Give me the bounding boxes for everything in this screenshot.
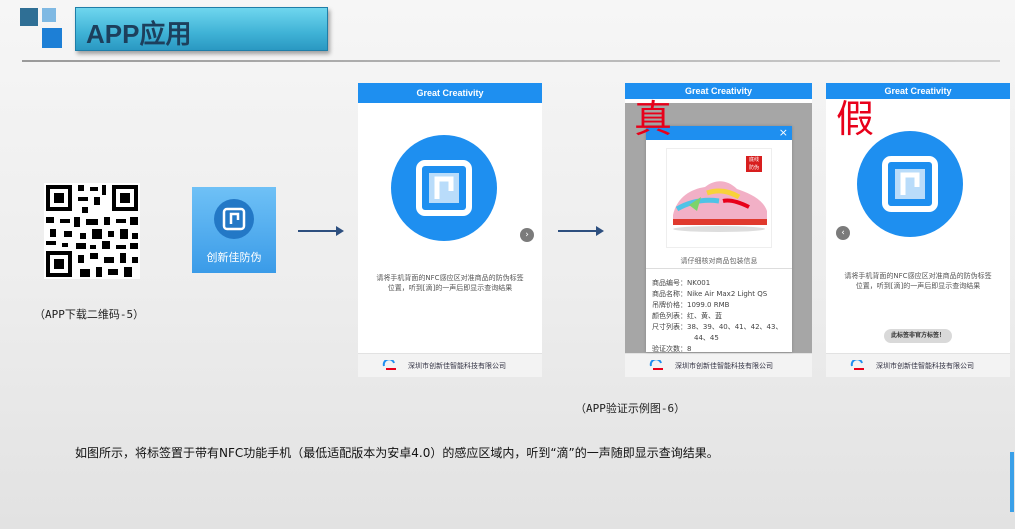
- scan-instruction: 请将手机背面的NFC感应区对准商品的防伪标签 位置，听到[滴]的一声后即显示查询…: [834, 271, 1002, 291]
- info-key: 尺寸列表：: [652, 323, 687, 331]
- app-launcher-icon[interactable]: 创新佳防伪: [192, 187, 276, 273]
- company-name: 深圳市创新佳智能科技有限公司: [876, 362, 974, 370]
- description-text: 如图所示，将标签置于带有NFC功能手机（最低适配版本为安卓4.0）的感应区域内，…: [75, 446, 719, 460]
- info-key: 颜色列表：: [652, 312, 687, 320]
- app-name-label: 创新佳防伪: [206, 251, 262, 264]
- chevron-right-icon[interactable]: ›: [520, 228, 534, 242]
- company-name: 深圳市创新佳智能科技有限公司: [408, 362, 506, 370]
- genuine-mark: 真: [634, 97, 673, 141]
- example-caption: （APP验证示例图-6）: [575, 402, 686, 415]
- instruction-line: 位置，听到[滴]的一声后即显示查询结果: [855, 282, 981, 290]
- phone-screen-scan: Great Creativity › 请将手机背面的NFC感应区对准商品的防伪标…: [358, 83, 542, 377]
- arrow-right-icon: [298, 226, 344, 236]
- info-row: 44、45: [652, 333, 782, 344]
- info-key: 商品名称：: [652, 290, 687, 298]
- header-square-dark: [20, 8, 38, 26]
- product-info-dialog: × 底线 防伪 请仔细核对商品包装信息 商品编号：NK001 商品名称：Nike…: [646, 126, 792, 355]
- title-banner: APP应用: [75, 7, 328, 51]
- authentic-stamp: 底线 防伪: [746, 156, 762, 172]
- info-row: 颜色列表：红、黄、蓝: [652, 311, 782, 322]
- divider: [646, 268, 792, 269]
- instruction-line: 请将手机背面的NFC感应区对准商品的防伪标签: [376, 274, 524, 282]
- info-row: 吊牌价格：1099.0 RMB: [652, 300, 782, 311]
- instruction-line: 位置，听到[滴]的一声后即显示查询结果: [387, 284, 513, 292]
- info-value: Nike Air Max2 Light QS: [687, 290, 768, 298]
- nfc-icon: [214, 199, 254, 239]
- info-key: 验证次数：: [652, 345, 687, 353]
- info-key: 商品编号：: [652, 279, 687, 287]
- info-value: 8: [687, 345, 692, 353]
- company-logo-icon: [382, 360, 396, 370]
- info-row: 商品编号：NK001: [652, 278, 782, 289]
- company-name: 深圳市创新佳智能科技有限公司: [675, 362, 773, 370]
- arrow-right-icon: [558, 226, 604, 236]
- nfc-icon[interactable]: [857, 131, 963, 237]
- info-value: 38、39、40、41、42、43、: [687, 323, 783, 331]
- instruction-line: 请将手机背面的NFC感应区对准商品的防伪标签: [844, 272, 992, 280]
- info-value: 44、45: [694, 334, 719, 342]
- info-row: 验证次数：8: [652, 344, 782, 355]
- nfc-icon[interactable]: [391, 135, 497, 241]
- scan-instruction: 请将手机背面的NFC感应区对准商品的防伪标签 位置，听到[滴]的一声后即显示查询…: [366, 273, 534, 293]
- phone-footer: 深圳市创新佳智能科技有限公司: [826, 353, 1010, 377]
- app-bar-title: Great Creativity: [358, 83, 542, 103]
- header-square-light: [42, 8, 56, 22]
- close-icon[interactable]: ×: [779, 126, 788, 140]
- company-logo-icon: [850, 360, 864, 370]
- info-row: 商品名称：Nike Air Max2 Light QS: [652, 289, 782, 300]
- header-square-blue: [42, 28, 62, 48]
- info-row: 尺寸列表：38、39、40、41、42、43、: [652, 322, 782, 333]
- page-title: APP应用: [86, 19, 192, 49]
- company-logo-icon: [649, 360, 663, 370]
- info-value: NK001: [687, 279, 711, 287]
- qr-caption: （APP下载二维码-5）: [34, 308, 145, 321]
- phone-footer: 深圳市创新佳智能科技有限公司: [625, 353, 812, 377]
- product-info-list: 商品编号：NK001 商品名称：Nike Air Max2 Light QS 吊…: [652, 278, 782, 355]
- qr-code-icon: [44, 183, 140, 279]
- fake-mark: 假: [836, 97, 875, 141]
- verify-hint: 请仔细核对商品包装信息: [680, 257, 758, 265]
- phone-footer: 深圳市创新佳智能科技有限公司: [358, 353, 542, 377]
- chevron-left-icon[interactable]: ‹: [836, 226, 850, 240]
- header-divider: [22, 60, 1000, 62]
- info-value: 红、黄、蓝: [687, 312, 722, 320]
- info-value: 1099.0 RMB: [687, 301, 730, 309]
- fake-tag-badge: 此标签非官方标签！: [884, 329, 952, 343]
- edge-decoration: [1010, 452, 1014, 512]
- info-key: 吊牌价格：: [652, 301, 687, 309]
